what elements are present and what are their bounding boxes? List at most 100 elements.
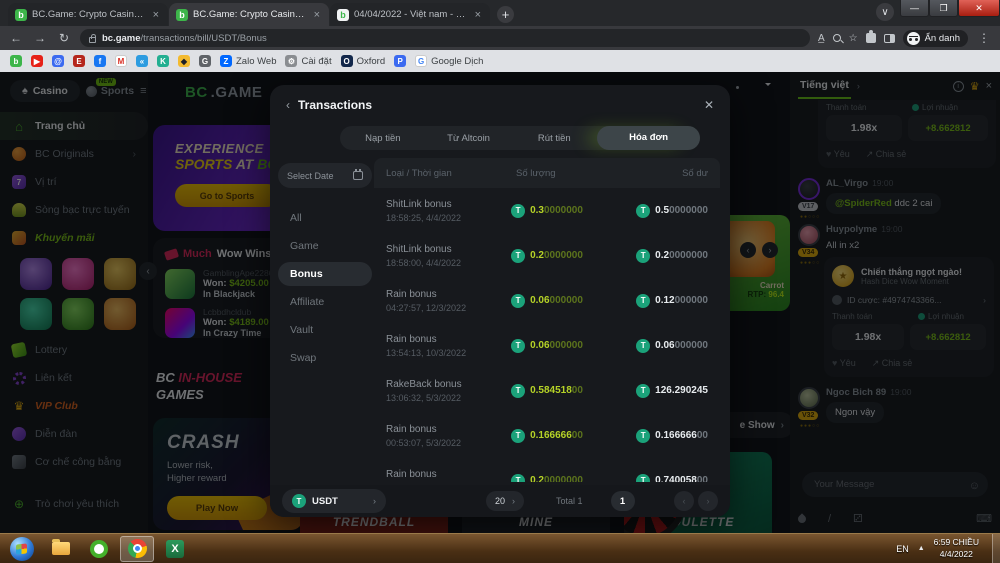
taskbar-excel[interactable]: X xyxy=(158,536,192,562)
e-icon: E xyxy=(73,55,85,67)
page-next-icon[interactable]: › xyxy=(698,491,718,511)
tray-expand-icon[interactable]: ▲ xyxy=(918,545,925,552)
browser-tab-3[interactable]: b 04/04/2022 - Việt nam - BC.Game × xyxy=(330,3,490,26)
bookmark-binance[interactable]: ◆ xyxy=(178,55,190,67)
kucoin-icon: K xyxy=(157,55,169,67)
bill-filters: All Game Bonus Affiliate Vault Swap xyxy=(278,206,372,370)
table-row[interactable]: RakeBack bonus13:06:32, 5/3/2022 T0.5845… xyxy=(374,368,720,413)
excel-icon: X xyxy=(166,540,184,558)
tab-close-icon[interactable]: × xyxy=(473,9,483,21)
forward-icon[interactable]: → xyxy=(32,31,48,45)
bookmark-settings[interactable]: ⚙Cài đặt xyxy=(285,55,331,67)
gear-icon: ⚙ xyxy=(285,55,297,67)
system-clock[interactable]: 6:59 CHIỀU 4/4/2022 xyxy=(934,537,983,559)
table-row[interactable]: ShitLink bonus18:58:00, 4/4/2022 T0.2000… xyxy=(374,233,720,278)
address-bar[interactable]: bc.game/transactions/bill/USDT/Bonus xyxy=(80,29,810,47)
bookmark-bcgame[interactable]: b xyxy=(10,55,22,67)
side-panel-icon[interactable] xyxy=(884,34,895,43)
table-row[interactable]: Rain bonus00:53:07, 5/3/2022 T0.16666600… xyxy=(374,413,720,458)
bookmark-p[interactable]: P xyxy=(394,55,406,67)
window-maximize-button[interactable]: ❐ xyxy=(929,0,958,17)
bookmark-star-icon[interactable]: ☆ xyxy=(849,33,858,44)
tab-search-icon[interactable]: ∨ xyxy=(876,3,894,21)
start-button[interactable] xyxy=(10,537,34,561)
extensions-icon[interactable] xyxy=(866,33,876,43)
back-icon[interactable]: ← xyxy=(8,31,24,45)
taskbar-explorer[interactable] xyxy=(44,536,78,562)
table-row[interactable]: Rain bonus04:27:57, 12/3/2022 T0.0600000… xyxy=(374,278,720,323)
calendar-icon xyxy=(353,171,363,180)
bookmark-zalo[interactable]: Z Zalo Web xyxy=(220,55,276,67)
table-row[interactable]: Rain bonus13:54:13, 10/3/2022 T0.0600000… xyxy=(374,323,720,368)
filter-swap[interactable]: Swap xyxy=(278,346,372,370)
tether-icon: T xyxy=(292,494,306,508)
filter-all[interactable]: All xyxy=(278,206,372,230)
bookmark-translate[interactable]: G xyxy=(199,55,211,67)
language-indicator[interactable]: EN xyxy=(896,544,909,554)
browser-tab-2[interactable]: b BC.Game: Crypto Casino Games × xyxy=(169,3,329,26)
tether-icon: T xyxy=(636,384,650,398)
tab-bill[interactable]: Hóa đơn xyxy=(597,126,700,150)
bookmark-share[interactable]: « xyxy=(136,55,148,67)
table-row[interactable]: ShitLink bonus18:58:25, 4/4/2022 T0.3000… xyxy=(374,188,720,233)
reload-icon[interactable]: ↻ xyxy=(56,31,72,45)
bookmark-gmail[interactable]: M xyxy=(115,55,127,67)
window-minimize-button[interactable]: — xyxy=(900,0,929,17)
bookmark-label: Oxford xyxy=(357,56,386,67)
filter-game[interactable]: Game xyxy=(278,234,372,258)
modal-close-icon[interactable]: ✕ xyxy=(704,98,714,112)
zoom-search-icon[interactable] xyxy=(833,34,841,42)
translate-icon[interactable]: A̲ xyxy=(818,33,825,44)
tether-icon: T xyxy=(511,294,525,308)
binance-icon: ◆ xyxy=(178,55,190,67)
bookmark-mail[interactable]: @ xyxy=(52,55,64,67)
menu-dots-icon[interactable]: ⋮ xyxy=(976,31,992,45)
bookmark-facebook[interactable]: f xyxy=(94,55,106,67)
bookmark-youtube[interactable]: ▶ xyxy=(31,55,43,67)
tab-from-altcoin[interactable]: Từ Altcoin xyxy=(426,133,512,144)
transactions-table: Loại / Thời gian Số lượng Số dư ShitLink… xyxy=(374,158,720,482)
select-date-button[interactable]: Select Date xyxy=(278,163,372,188)
bookmark-google-translate[interactable]: GGoogle Dịch xyxy=(415,55,483,67)
window-close-button[interactable]: ✕ xyxy=(958,0,1000,17)
bookmark-e[interactable]: E xyxy=(73,55,85,67)
show-desktop-button[interactable] xyxy=(992,534,1000,563)
zalo-icon: Z xyxy=(220,55,232,67)
browser-tab-1[interactable]: b BC.Game: Crypto Casino Games × xyxy=(8,3,168,26)
tab-title: 04/04/2022 - Việt nam - BC.Game xyxy=(354,9,468,20)
tether-icon: T xyxy=(636,204,650,218)
tab-deposit[interactable]: Nạp tiền xyxy=(340,133,426,144)
bookmark-oxford[interactable]: OOxford xyxy=(341,55,386,67)
current-page[interactable]: 1 xyxy=(611,491,635,511)
folder-icon xyxy=(52,542,70,555)
filter-affiliate[interactable]: Affiliate xyxy=(278,290,372,314)
bookmark-kucoin[interactable]: K xyxy=(157,55,169,67)
screen: b BC.Game: Crypto Casino Games × b BC.Ga… xyxy=(0,0,1000,563)
tab-title: BC.Game: Crypto Casino Games xyxy=(32,9,146,20)
tab-withdraw[interactable]: Rút tiền xyxy=(511,133,597,144)
taskbar-chrome[interactable] xyxy=(120,536,154,562)
incognito-badge[interactable]: Ẩn danh xyxy=(903,30,968,47)
tab-strip: b BC.Game: Crypto Casino Games × b BC.Ga… xyxy=(0,0,1000,26)
currency-label: USDT xyxy=(312,496,338,507)
new-tab-button[interactable]: + xyxy=(497,6,514,23)
clock-date: 4/4/2022 xyxy=(934,549,979,560)
filter-vault[interactable]: Vault xyxy=(278,318,372,342)
tether-icon: T xyxy=(511,384,525,398)
tether-icon: T xyxy=(511,339,525,353)
bcgame-favicon: b xyxy=(176,9,188,21)
url-text: bc.game/transactions/bill/USDT/Bonus xyxy=(102,33,267,44)
currency-selector[interactable]: T USDT › xyxy=(282,489,386,513)
tab-close-icon[interactable]: × xyxy=(312,9,322,21)
col-amount: Số lượng xyxy=(516,168,646,179)
bookmark-label: Zalo Web xyxy=(236,56,276,67)
modal-back-icon[interactable]: ‹ xyxy=(286,98,290,112)
filter-bonus[interactable]: Bonus xyxy=(278,262,372,286)
tab-close-icon[interactable]: × xyxy=(151,9,161,21)
tether-icon: T xyxy=(511,429,525,443)
page-prev-icon[interactable]: ‹ xyxy=(674,491,694,511)
col-balance: Số dư xyxy=(682,168,708,179)
table-row[interactable]: Rain bonus21:21:00, 15/2/2022 T0.2000000… xyxy=(374,458,720,482)
page-size-selector[interactable]: 20 › xyxy=(486,491,524,511)
taskbar-coccoc[interactable] xyxy=(82,536,116,562)
